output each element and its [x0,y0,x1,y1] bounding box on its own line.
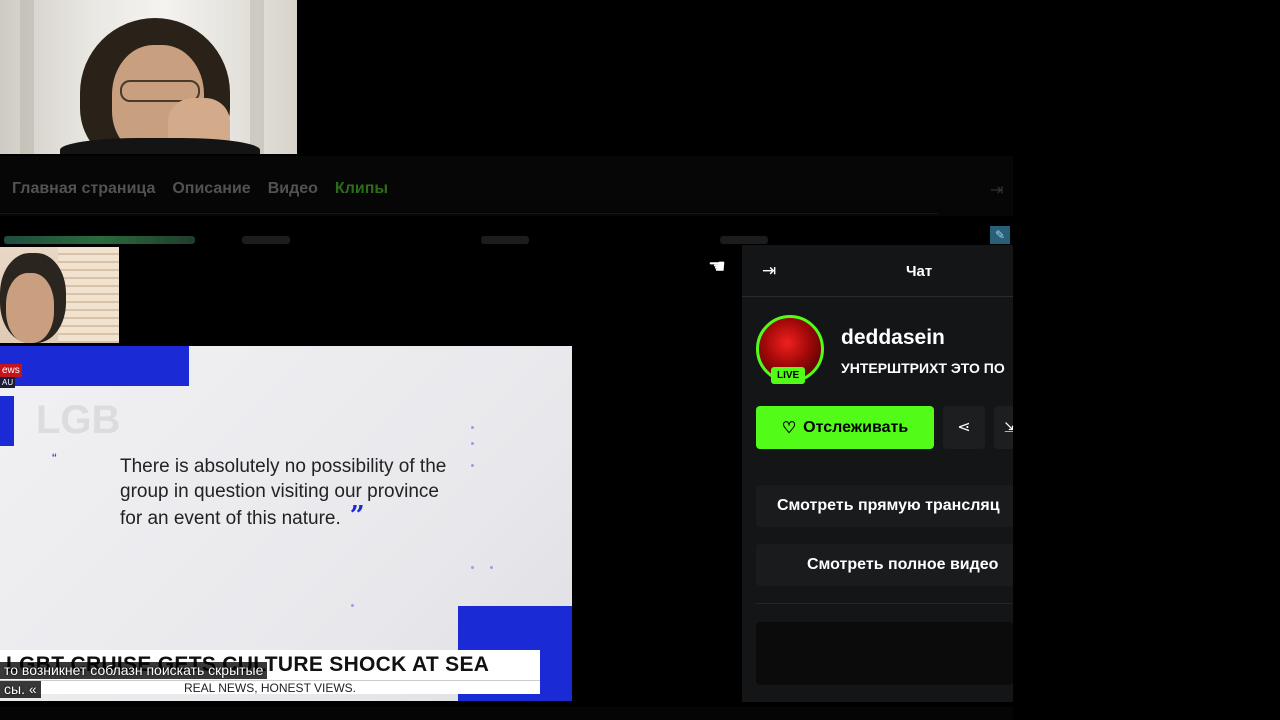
channel-tab-bar: Главная страница Описание Видео Клипы ⇥ [0,156,1013,216]
share-icon: ⋖ [957,419,971,436]
tab-videos[interactable]: Видео [268,180,318,198]
curtain [20,0,34,154]
chat-header: ⇥ Чат [742,245,1013,297]
decor-dot [471,464,474,467]
blue-accent [0,396,14,446]
chat-title: Чат [906,263,933,280]
clip-thumbnail[interactable] [720,236,768,244]
external-icon: ⇲ [1004,419,1013,435]
tab-home[interactable]: Главная страница [12,180,155,198]
channel-name[interactable]: deddasein [841,326,945,350]
clip-thumbnail[interactable] [4,236,195,244]
collapse-icon[interactable]: ⇥ [990,180,1003,200]
live-badge: LIVE [771,367,806,384]
subtitle-line: сы. « [0,681,41,698]
curtain [250,0,264,154]
guest-face [6,273,54,343]
streamer-shirt [60,138,260,154]
follow-button[interactable]: ♡ Отслеживать [756,406,934,449]
news-subheadline: REAL NEWS, HONEST VIEWS. [0,680,540,695]
hand-cursor-icon: ☚ [708,256,726,278]
guest-webcam [0,247,119,343]
share-button[interactable]: ⋖ [943,406,985,449]
chat-panel: ⇥ Чат LIVE deddasein УНТЕРШТРИХТ ЭТО ПО … [742,245,1013,702]
subtitle-line: то возникнет соблазн поискать скрытые [0,662,268,679]
bottom-strip [0,707,1013,720]
blue-accent [0,346,189,386]
quote-open-mark: “ [52,450,57,466]
clip-thumbnail[interactable] [481,236,529,244]
follow-label: Отслеживать [803,418,909,436]
news-quote: There is absolutely no possibility of th… [120,454,450,531]
decor-dot [471,566,474,569]
collapse-chat-icon[interactable]: ⇥ [762,261,776,281]
decor-dot [471,426,474,429]
watch-live-button[interactable]: Смотреть прямую трансляц [756,485,1013,527]
stream-title: УНТЕРШТРИХТ ЭТО ПО [841,360,1005,376]
window-blind [58,247,119,343]
tab-divider [0,213,938,214]
background-watermark: LGB [36,398,121,442]
news-video[interactable]: ews AU LGB “ There is absolutely no poss… [0,346,572,701]
quote-close-mark: ” [340,501,365,531]
quote-text: There is absolutely no possibility of th… [120,456,447,529]
decor-dot [351,604,354,607]
external-button[interactable]: ⇲ [994,406,1013,449]
tab-about[interactable]: Описание [172,180,250,198]
news-logo: ews [0,364,22,377]
chat-input-area[interactable] [756,622,1013,685]
tab-list: Главная страница Описание Видео Клипы [12,180,388,198]
tab-clips[interactable]: Клипы [335,180,388,198]
news-logo-region: AU [0,377,16,388]
panel-divider [756,603,1013,604]
webcam-overlay [0,0,297,154]
watch-full-button[interactable]: Смотреть полное видео [756,544,1013,586]
decor-dot [471,442,474,445]
clip-thumbnail[interactable] [242,236,290,244]
pin-icon[interactable]: ✎ [990,226,1010,244]
decor-dot [490,566,493,569]
heart-icon: ♡ [781,419,797,437]
